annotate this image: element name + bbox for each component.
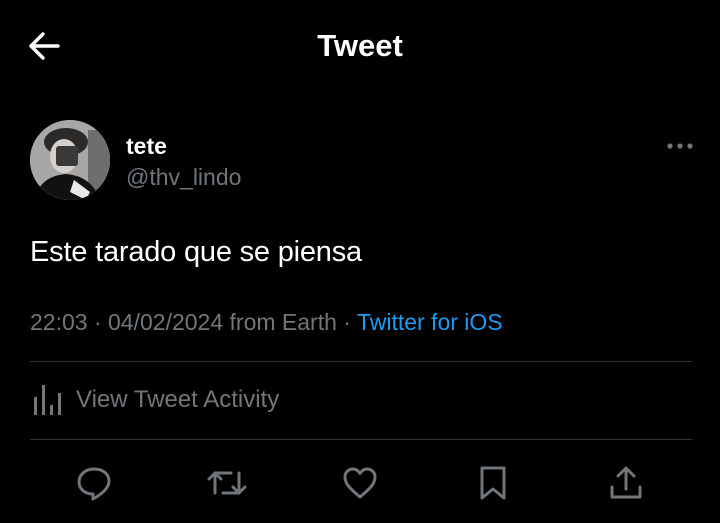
more-horizontal-icon xyxy=(667,143,693,149)
user-avatar xyxy=(30,120,110,200)
author-display-name[interactable]: tete xyxy=(126,131,167,161)
retweet-icon xyxy=(207,471,247,495)
tweet-date: 04/02/2024 xyxy=(108,309,224,335)
bookmark-button[interactable] xyxy=(469,459,517,507)
divider xyxy=(30,439,692,440)
bar-chart-icon xyxy=(34,385,61,415)
more-options-button[interactable] xyxy=(664,136,696,156)
view-tweet-activity-button[interactable]: View Tweet Activity xyxy=(30,380,279,420)
tweet-meta: 22:03 · 04/02/2024 from Earth · Twitter … xyxy=(30,307,503,337)
share-button[interactable] xyxy=(602,459,650,507)
divider xyxy=(30,361,692,362)
reply-icon xyxy=(77,467,111,501)
heart-icon xyxy=(343,467,377,499)
retweet-button[interactable] xyxy=(203,459,251,507)
tweet-text: Este tarado que se piensa xyxy=(30,236,362,268)
share-icon xyxy=(610,466,642,499)
meta-separator: · xyxy=(343,309,357,335)
tweet-source-link[interactable]: Twitter for iOS xyxy=(357,309,503,335)
tweet-location: from Earth xyxy=(229,309,337,335)
meta-separator: · xyxy=(93,309,109,335)
view-tweet-activity-label: View Tweet Activity xyxy=(76,386,280,413)
reply-button[interactable] xyxy=(70,459,118,507)
bookmark-icon xyxy=(480,466,506,500)
page-title: Tweet xyxy=(317,28,403,63)
like-button[interactable] xyxy=(336,459,384,507)
tweet-time: 22:03 xyxy=(30,309,88,335)
author-handle[interactable]: @thv_lindo xyxy=(126,162,241,192)
avatar[interactable] xyxy=(30,120,110,200)
